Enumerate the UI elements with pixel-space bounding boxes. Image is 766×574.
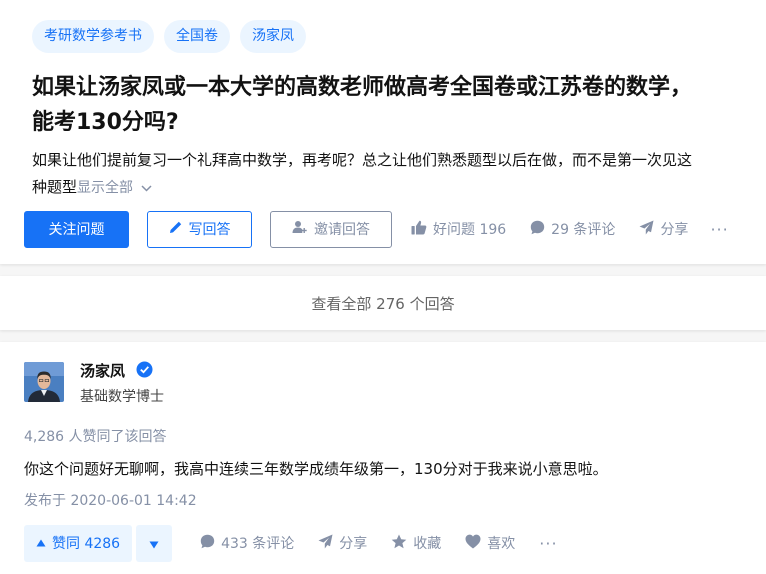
author-name[interactable]: 汤家凤: [80, 360, 125, 381]
write-answer-button[interactable]: 写回答: [147, 210, 252, 248]
good-question-label: 好问题 196: [433, 222, 507, 238]
answer-card: 汤家凤 基础数学博士 4,286 人赞同了该回答 你这个问题好无聊啊，我高中连续…: [0, 342, 766, 574]
triangle-down-icon: [149, 534, 159, 553]
show-all-label: 显示全部: [77, 180, 134, 196]
view-all-answers-link[interactable]: 查看全部 276 个回答: [311, 293, 454, 314]
thumbs-up-icon: [411, 220, 427, 239]
write-answer-label: 写回答: [188, 222, 231, 238]
like-label: 喜欢: [487, 536, 516, 552]
votes-summary: 4,286 人赞同了该回答: [24, 429, 167, 445]
like-button[interactable]: 喜欢: [465, 533, 515, 553]
topic-tag[interactable]: 全国卷: [164, 20, 230, 53]
question-card: 考研数学参考书 全国卷 汤家凤 如果让汤家凤或一本大学的高数老师做高考全国卷或江…: [0, 0, 766, 264]
publish-time[interactable]: 发布于 2020-06-01 14:42: [24, 490, 197, 510]
pencil-icon: [169, 220, 183, 238]
comments-label: 29 条评论: [551, 222, 616, 238]
share-plane-icon: [639, 220, 654, 239]
answer-content: 你这个问题好无聊啊，我高中连续三年数学成绩年级第一，130分对于我来说小意思啦。: [24, 460, 608, 478]
vote-up-button[interactable]: 赞同 4286: [24, 524, 133, 562]
invite-answer-button[interactable]: 邀请回答: [270, 210, 392, 248]
answer-share-button[interactable]: 分享: [318, 533, 367, 553]
vote-up-label: 赞同 4286: [52, 536, 121, 552]
collect-button[interactable]: 收藏: [391, 533, 441, 553]
triangle-up-icon: [36, 535, 46, 551]
question-actions: 关注问题 写回答 邀请回答 好问题 196 29 条评论 分享 ···: [24, 210, 729, 248]
follow-question-button[interactable]: 关注问题: [24, 210, 129, 248]
invite-label: 邀请回答: [314, 222, 370, 238]
verified-badge-icon: [136, 361, 153, 382]
answer-actions: 赞同 4286 433 条评论 分享 收藏 喜欢 ···: [24, 524, 558, 562]
share-label: 分享: [660, 222, 689, 238]
question-detail-text: 如果让他们提前复习一个礼拜高中数学，再考呢？总之让他们熟悉题型以后在做，而不是第…: [32, 151, 693, 169]
more-options-button[interactable]: ···: [710, 220, 728, 239]
question-title-line: 如果让汤家凤或一本大学的高数老师做高考全国卷或江苏卷的数学，: [32, 75, 693, 100]
question-detail: 如果让他们提前复习一个礼拜高中数学，再考呢？总之让他们熟悉题型以后在做，而不是第…: [32, 147, 762, 202]
answer-share-label: 分享: [339, 536, 368, 552]
answer-more-options-button[interactable]: ···: [539, 534, 557, 553]
answer-comments-label: 433 条评论: [221, 536, 295, 552]
author-bio: 基础数学博士: [80, 389, 164, 405]
question-title: 如果让汤家凤或一本大学的高数老师做高考全国卷或江苏卷的数学， 能考130分吗?: [32, 70, 752, 140]
comment-bubble-icon: [200, 534, 215, 553]
question-title-line: 能考130分吗?: [32, 110, 179, 135]
good-question-button[interactable]: 好问题 196: [411, 219, 506, 239]
share-plane-icon: [318, 534, 333, 553]
comments-button[interactable]: 29 条评论: [530, 219, 615, 239]
avatar[interactable]: [24, 362, 64, 402]
topic-list: 考研数学参考书 全国卷 汤家凤: [32, 20, 306, 53]
invite-user-icon: [292, 220, 308, 238]
vote-down-button[interactable]: [136, 524, 173, 562]
share-button[interactable]: 分享: [639, 219, 688, 239]
collect-label: 收藏: [413, 536, 442, 552]
chevron-down-icon: [141, 175, 152, 202]
answer-comments-button[interactable]: 433 条评论: [200, 533, 294, 553]
view-all-answers-card: 查看全部 276 个回答: [0, 276, 766, 330]
question-detail-text: 种题型: [32, 178, 78, 196]
topic-tag[interactable]: 汤家凤: [240, 20, 306, 53]
comment-bubble-icon: [530, 220, 545, 239]
heart-icon: [465, 534, 481, 553]
show-all-link[interactable]: 显示全部: [77, 180, 152, 196]
star-icon: [391, 534, 407, 553]
topic-tag[interactable]: 考研数学参考书: [32, 20, 154, 53]
